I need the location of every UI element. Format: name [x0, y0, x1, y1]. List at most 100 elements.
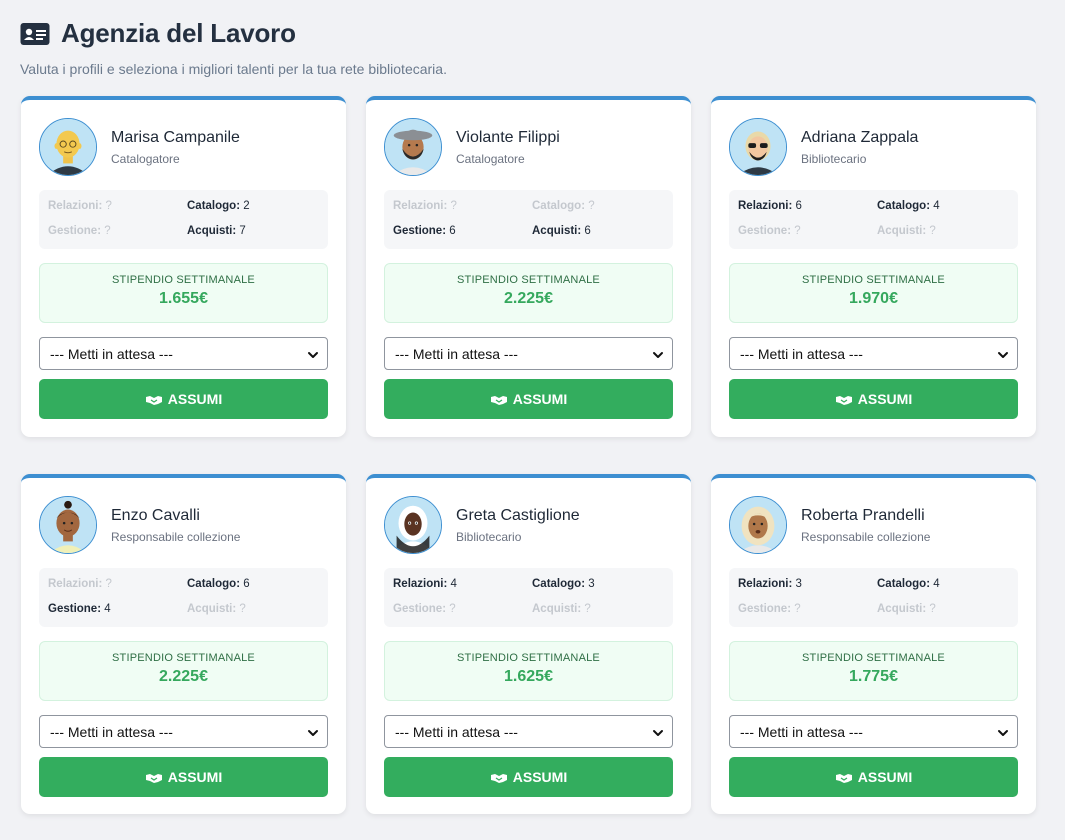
candidate-name: Adriana Zappala	[801, 128, 919, 146]
salary-box: STIPENDIO SETTIMANALE 1.625€	[384, 641, 673, 701]
stat-catalog: Catalogo: 4	[877, 199, 1016, 214]
candidate-stats: Relazioni: ? Catalogo: 2 Gestione: ? Acq…	[39, 190, 328, 249]
stat-value: ?	[588, 200, 595, 212]
candidate-role: Bibliotecario	[456, 529, 522, 544]
stat-relations: Relazioni: ?	[48, 577, 187, 592]
stat-value: ?	[584, 603, 591, 615]
stat-label: Acquisti:	[532, 225, 582, 237]
candidate-profile: Adriana Zappala Bibliotecario	[729, 118, 1018, 176]
candidate-name: Greta Castiglione	[456, 506, 580, 524]
stat-label: Catalogo:	[187, 578, 241, 590]
handshake-icon	[145, 771, 163, 783]
stat-label: Acquisti:	[187, 603, 237, 615]
hold-select[interactable]: --- Metti in attesa ---	[729, 337, 1018, 370]
stat-label: Relazioni:	[738, 578, 793, 590]
stat-relations: Relazioni: ?	[393, 199, 532, 214]
hire-button-label: ASSUMI	[857, 769, 913, 785]
avatar-bald-glasses-icon	[39, 118, 97, 176]
candidate-card: Greta Castiglione Bibliotecario Relazion…	[366, 474, 691, 814]
candidate-info: Enzo Cavalli Responsabile collezione	[111, 507, 240, 544]
candidate-name: Roberta Prandelli	[801, 506, 925, 524]
salary-label: STIPENDIO SETTIMANALE	[112, 652, 255, 664]
candidate-profile: Marisa Campanile Catalogatore	[39, 118, 328, 176]
stat-value: ?	[929, 603, 936, 615]
salary-box: STIPENDIO SETTIMANALE 2.225€	[384, 263, 673, 323]
candidate-profile: Roberta Prandelli Responsabile collezion…	[729, 496, 1018, 554]
stat-relations: Relazioni: 4	[393, 577, 532, 592]
stat-label: Catalogo:	[532, 578, 586, 590]
stat-purchases: Acquisti: ?	[532, 602, 671, 617]
stat-value: ?	[239, 603, 246, 615]
salary-value: 1.655€	[159, 290, 208, 307]
handshake-icon	[490, 393, 508, 405]
handshake-icon	[835, 393, 853, 405]
candidate-role: Responsabile collezione	[111, 529, 241, 544]
chevron-down-icon	[652, 348, 664, 360]
hire-button[interactable]: ASSUMI	[729, 757, 1018, 797]
stat-value: ?	[794, 603, 801, 615]
chevron-down-icon	[997, 348, 1009, 360]
hire-button[interactable]: ASSUMI	[384, 379, 673, 419]
hire-button[interactable]: ASSUMI	[39, 379, 328, 419]
stat-value: 4	[450, 578, 457, 590]
hold-select[interactable]: --- Metti in attesa ---	[39, 337, 328, 370]
chevron-down-icon	[307, 348, 319, 360]
hold-select[interactable]: --- Metti in attesa ---	[39, 715, 328, 748]
salary-box: STIPENDIO SETTIMANALE 1.970€	[729, 263, 1018, 323]
candidate-role: Responsabile collezione	[801, 529, 931, 544]
candidate-grid: Marisa Campanile Catalogatore Relazioni:…	[21, 96, 1036, 814]
stat-management: Gestione: 4	[48, 602, 187, 617]
stat-value: 7	[239, 225, 246, 237]
hold-select-value: --- Metti in attesa ---	[395, 723, 518, 740]
salary-value: 1.775€	[849, 668, 898, 685]
handshake-icon	[490, 771, 508, 783]
stat-label: Acquisti:	[532, 603, 582, 615]
stat-value: ?	[929, 225, 936, 237]
candidate-name: Violante Filippi	[456, 128, 560, 146]
id-card-icon	[20, 22, 50, 46]
salary-label: STIPENDIO SETTIMANALE	[457, 652, 600, 664]
avatar-hijab-icon	[384, 496, 442, 554]
salary-label: STIPENDIO SETTIMANALE	[112, 274, 255, 286]
candidate-profile: Greta Castiglione Bibliotecario	[384, 496, 673, 554]
stat-label: Acquisti:	[187, 225, 237, 237]
salary-box: STIPENDIO SETTIMANALE 1.655€	[39, 263, 328, 323]
candidate-info: Marisa Campanile Catalogatore	[111, 129, 240, 166]
hold-select-value: --- Metti in attesa ---	[50, 345, 173, 362]
stat-value: 4	[933, 200, 940, 212]
candidate-card: Violante Filippi Catalogatore Relazioni:…	[366, 96, 691, 437]
hold-select[interactable]: --- Metti in attesa ---	[384, 337, 673, 370]
chevron-down-icon	[652, 726, 664, 738]
stat-value: 3	[588, 578, 595, 590]
title-row: Agenzia del Lavoro	[20, 18, 447, 49]
stat-value: 6	[449, 225, 456, 237]
stat-value: ?	[449, 603, 456, 615]
candidate-role: Catalogatore	[456, 151, 525, 166]
stat-value: 6	[584, 225, 591, 237]
candidate-info: Adriana Zappala Bibliotecario	[801, 129, 918, 166]
candidate-profile: Violante Filippi Catalogatore	[384, 118, 673, 176]
stat-management: Gestione: ?	[48, 224, 187, 239]
stat-value: ?	[450, 200, 457, 212]
hire-button[interactable]: ASSUMI	[39, 757, 328, 797]
stat-purchases: Acquisti: ?	[877, 602, 1016, 617]
stat-label: Relazioni:	[393, 200, 448, 212]
hold-select[interactable]: --- Metti in attesa ---	[384, 715, 673, 748]
avatar-sunglasses-icon	[729, 118, 787, 176]
hold-select[interactable]: --- Metti in attesa ---	[729, 715, 1018, 748]
hold-select-value: --- Metti in attesa ---	[50, 723, 173, 740]
stat-value: ?	[794, 225, 801, 237]
salary-label: STIPENDIO SETTIMANALE	[802, 274, 945, 286]
hire-button-label: ASSUMI	[167, 391, 223, 407]
page-title: Agenzia del Lavoro	[61, 18, 296, 48]
stat-label: Catalogo:	[877, 200, 931, 212]
stat-management: Gestione: 6	[393, 224, 532, 239]
hire-button[interactable]: ASSUMI	[384, 757, 673, 797]
hire-button-label: ASSUMI	[857, 391, 913, 407]
salary-value: 1.970€	[849, 290, 898, 307]
candidate-name: Marisa Campanile	[111, 128, 240, 146]
stat-label: Acquisti:	[877, 225, 927, 237]
hire-button[interactable]: ASSUMI	[729, 379, 1018, 419]
stat-catalog: Catalogo: 2	[187, 199, 326, 214]
stat-purchases: Acquisti: ?	[187, 602, 326, 617]
